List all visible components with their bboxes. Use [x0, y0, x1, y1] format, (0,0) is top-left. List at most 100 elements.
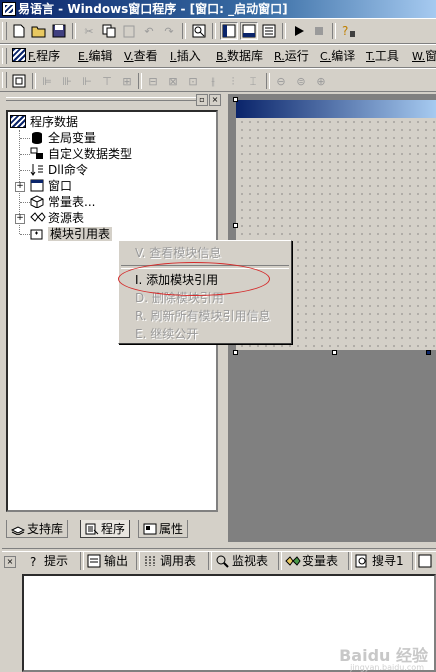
- window-title: 易语言 - Windows窗口程序 - [窗口: _启动窗口]: [18, 2, 288, 16]
- align-right-icon[interactable]: ⊩: [78, 72, 96, 90]
- paste-icon[interactable]: [120, 22, 138, 40]
- menu-add-module-reference[interactable]: I. 添加模块引用: [119, 271, 291, 289]
- tree-item-global-variables[interactable]: 全局变量: [30, 130, 96, 146]
- menu-run[interactable]: R.运行: [274, 45, 309, 67]
- layout-list-icon[interactable]: [260, 22, 278, 40]
- tab-watch[interactable]: 监视表: [212, 551, 271, 571]
- module-icon: [30, 227, 44, 240]
- constant-icon: [30, 195, 44, 209]
- find-icon[interactable]: [190, 22, 208, 40]
- help-icon[interactable]: ?: [340, 22, 358, 40]
- panel-header: ▫ ×: [2, 94, 222, 106]
- output-panel-close-icon[interactable]: ×: [4, 556, 16, 568]
- menu-remove-module-reference[interactable]: D. 删除模块引用: [119, 289, 291, 307]
- panel-close-icon[interactable]: ×: [209, 94, 221, 106]
- v-spacing-icon[interactable]: ⫶: [224, 72, 242, 90]
- watch-icon: [215, 554, 229, 568]
- tab-library[interactable]: 支持库: [6, 520, 69, 538]
- title-bar: 易语言 - Windows窗口程序 - [窗口: _启动窗口]: [0, 0, 436, 18]
- tab-properties[interactable]: 属性: [138, 520, 189, 538]
- variable-icon: [285, 554, 301, 568]
- align-middle-icon[interactable]: ⊞: [118, 72, 136, 90]
- alignment-toolbar: ⊫ ⊪ ⊩ ⊤ ⊞ ⊟ ⊠ ⊡ ⫲ ⫶ ⌶ ⊖ ⊜ ⊕: [0, 68, 436, 92]
- menu-refresh-module-references[interactable]: R. 刷新所有模块引用信息: [119, 307, 291, 325]
- same-height-icon[interactable]: ⊠: [164, 72, 182, 90]
- tree-item-dll-commands[interactable]: Dll命令: [30, 162, 88, 178]
- resize-handle-ml[interactable]: [233, 223, 238, 228]
- app-logo-icon: [2, 2, 16, 16]
- panel-restore-icon[interactable]: ▫: [196, 94, 208, 106]
- h-spacing-icon[interactable]: ⫲: [204, 72, 222, 90]
- menu-edit[interactable]: E.编辑: [78, 45, 112, 67]
- tree-item-module-references[interactable]: 模块引用表: [30, 226, 113, 242]
- menu-view[interactable]: V.查看: [124, 45, 158, 67]
- menu-tools[interactable]: T.工具: [366, 45, 399, 67]
- expand-resources-icon[interactable]: +: [15, 214, 25, 224]
- property-icon: [143, 522, 157, 535]
- tab-call-stack[interactable]: 调用表: [140, 551, 199, 571]
- save-icon[interactable]: [50, 22, 68, 40]
- tree-item-windows[interactable]: 窗口: [30, 178, 72, 194]
- menu-program[interactable]: F.程序: [12, 45, 60, 67]
- open-folder-icon[interactable]: [30, 22, 48, 40]
- menu-compile[interactable]: C.编译: [320, 45, 355, 67]
- cut-icon[interactable]: ✂: [80, 22, 98, 40]
- new-file-icon[interactable]: [10, 22, 28, 40]
- same-width-icon[interactable]: ⊟: [144, 72, 162, 90]
- output-tabbar: × ? 提示 输出 调用表 监视表 变量表 搜寻1: [0, 548, 436, 574]
- menu-view-module-info[interactable]: V. 查看模块信息: [119, 244, 291, 262]
- undo-icon[interactable]: ↶: [140, 22, 158, 40]
- layout-output-icon[interactable]: [240, 22, 258, 40]
- tree-item-resources[interactable]: 资源表: [30, 210, 84, 226]
- program-icon: [85, 522, 99, 535]
- output-panel: × ? 提示 输出 调用表 监视表 变量表 搜寻1 Baidu 经验 jingy…: [0, 548, 436, 672]
- dll-icon: [30, 163, 44, 176]
- resize-handle-tl[interactable]: [233, 97, 238, 102]
- library-icon: [10, 522, 26, 536]
- menu-continue-public[interactable]: E. 继续公开: [119, 325, 291, 343]
- center-h-icon[interactable]: ⊖: [272, 72, 290, 90]
- search-icon: [355, 554, 369, 568]
- center-both-icon[interactable]: ⊕: [312, 72, 330, 90]
- database-icon: [30, 131, 44, 144]
- align-center-icon[interactable]: ⊪: [58, 72, 76, 90]
- window-icon: [30, 179, 44, 192]
- output-icon: [87, 554, 101, 568]
- tab-variables[interactable]: 变量表: [282, 551, 341, 571]
- form-caption: [236, 100, 436, 118]
- resource-icon: [30, 211, 46, 224]
- layout-panel-icon[interactable]: [220, 22, 238, 40]
- module-context-menu: V. 查看模块信息 I. 添加模块引用 D. 删除模块引用 R. 刷新所有模块引…: [118, 240, 292, 344]
- watermark-url: jingyan.baidu.com: [350, 663, 424, 672]
- align-top-icon[interactable]: ⊤: [98, 72, 116, 90]
- resize-handle-bl[interactable]: [233, 350, 238, 355]
- copy-icon[interactable]: [100, 22, 118, 40]
- menu-window[interactable]: W.窗: [412, 45, 436, 67]
- program-data-icon: [10, 115, 26, 128]
- tree-item-custom-types[interactable]: 自定义数据类型: [30, 146, 132, 162]
- svg-text:?: ?: [30, 555, 36, 568]
- expand-window-icon[interactable]: +: [15, 182, 25, 192]
- resize-handle-bm[interactable]: [332, 350, 337, 355]
- v-center-icon[interactable]: ⌶: [244, 72, 262, 90]
- tab-program[interactable]: 程序: [80, 520, 131, 538]
- tree-item-constants[interactable]: 常量表...: [30, 194, 95, 210]
- tab-hint[interactable]: ? 提示: [24, 551, 71, 571]
- same-size-icon[interactable]: ⊡: [184, 72, 202, 90]
- grid-icon[interactable]: [10, 72, 28, 90]
- redo-icon[interactable]: ↷: [160, 22, 178, 40]
- menu-bar: F.程序 E.编辑 V.查看 I.插入 B.数据库 R.运行 C.编译 T.工具…: [0, 44, 436, 68]
- tab-more-icon[interactable]: [416, 552, 434, 570]
- tab-output[interactable]: 输出: [84, 551, 131, 571]
- run-icon[interactable]: [290, 22, 308, 40]
- tree-root[interactable]: 程序数据: [10, 114, 78, 130]
- stop-icon[interactable]: [310, 22, 328, 40]
- program-menu-icon: [12, 48, 26, 62]
- tab-search[interactable]: 搜寻1: [352, 551, 407, 571]
- resize-handle-br[interactable]: [426, 350, 431, 355]
- menu-database[interactable]: B.数据库: [216, 45, 263, 67]
- standard-toolbar: ✂ ↶ ↷ ?: [0, 18, 436, 44]
- align-left-icon[interactable]: ⊫: [38, 72, 56, 90]
- menu-insert[interactable]: I.插入: [170, 45, 201, 67]
- center-v-icon[interactable]: ⊜: [292, 72, 310, 90]
